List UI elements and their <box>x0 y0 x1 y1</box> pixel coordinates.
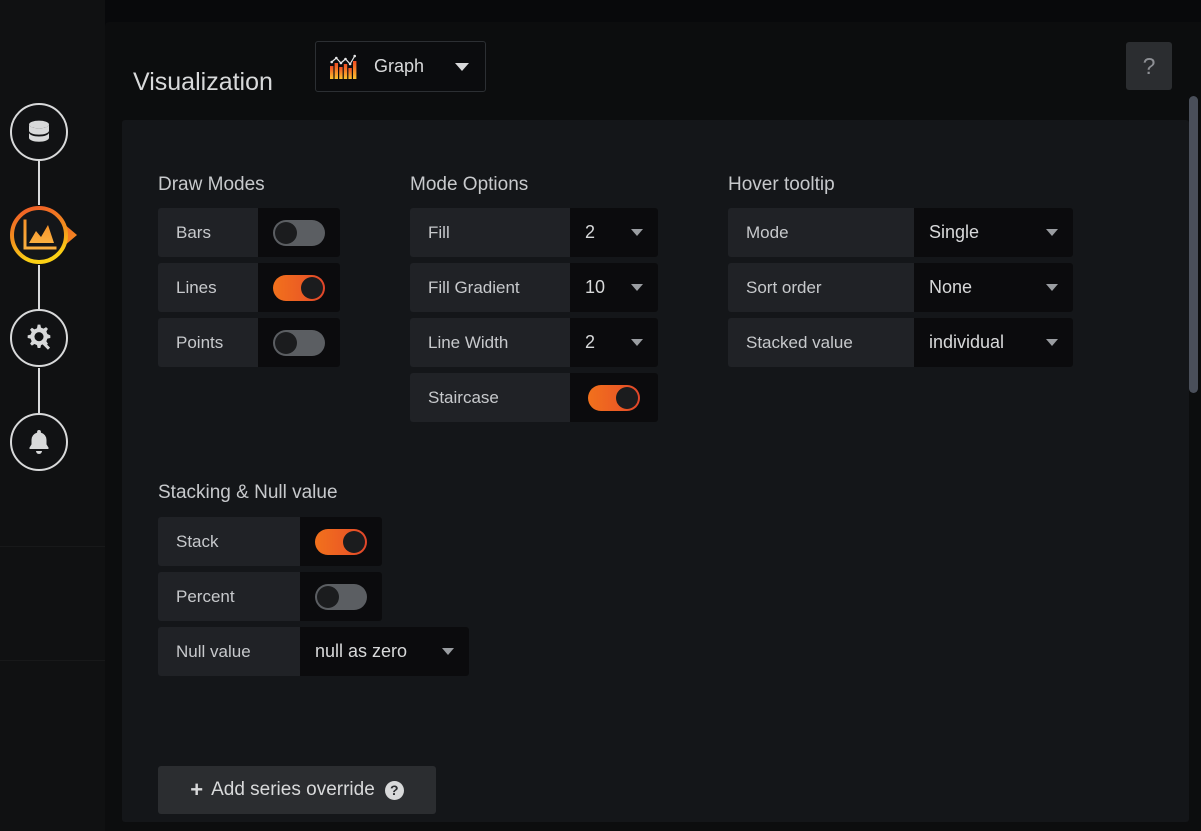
row-stacked-value: Stacked value individual <box>728 318 1073 367</box>
select-value: null as zero <box>315 641 407 662</box>
row-control <box>300 572 382 621</box>
select-value: individual <box>929 332 1004 353</box>
add-series-override-label: Add series override <box>211 779 375 801</box>
chevron-down-icon <box>631 339 643 346</box>
graph-bars-line-icon <box>329 54 363 80</box>
editor-header: Visualization <box>105 22 1201 120</box>
toggle-bars[interactable] <box>273 220 325 246</box>
sidebar-item-visualization[interactable] <box>9 205 95 265</box>
nav-connector-line <box>38 265 40 310</box>
page-title: Visualization <box>133 70 273 95</box>
row-control <box>300 517 382 566</box>
nav-connector-line <box>38 160 40 205</box>
select-value: 10 <box>585 277 605 298</box>
row-label: Stacked value <box>728 318 914 367</box>
row-fill: Fill 2 <box>410 208 658 257</box>
select-sort-order[interactable]: None <box>914 263 1073 312</box>
row-null-value: Null value null as zero <box>158 627 469 676</box>
row-label: Fill Gradient <box>410 263 570 312</box>
toggle-knob <box>317 586 339 608</box>
toggle-knob <box>343 531 365 553</box>
row-label: Percent <box>158 572 300 621</box>
active-indicator <box>9 205 95 265</box>
bell-icon <box>10 413 68 471</box>
row-label: Fill <box>410 208 570 257</box>
row-percent: Percent <box>158 572 382 621</box>
chevron-down-icon <box>1046 229 1058 236</box>
row-bars: Bars <box>158 208 340 257</box>
chevron-down-icon <box>631 229 643 236</box>
row-label: Staircase <box>410 373 570 422</box>
chevron-down-icon <box>1046 339 1058 346</box>
editor-nav-rail <box>0 0 105 831</box>
visualization-type-picker[interactable]: Graph <box>315 41 486 92</box>
grafana-panel-editor: Visualization <box>0 0 1201 831</box>
scrollbar-track[interactable] <box>1188 96 1198 831</box>
nav-connector-line <box>38 368 40 413</box>
row-points: Points <box>158 318 340 367</box>
chevron-down-icon <box>631 284 643 291</box>
row-staircase: Staircase <box>410 373 658 422</box>
toggle-knob <box>616 387 638 409</box>
row-lines: Lines <box>158 263 340 312</box>
gear-wrench-icon <box>10 309 68 367</box>
row-tooltip-mode: Mode Single <box>728 208 1073 257</box>
rail-divider <box>0 546 105 547</box>
select-value: Single <box>929 222 979 243</box>
row-label: Null value <box>158 627 300 676</box>
options-panel: Draw Modes Bars Lines Points M <box>122 120 1189 822</box>
section-title-stacking-null: Stacking & Null value <box>158 482 338 504</box>
select-fill[interactable]: 2 <box>570 208 658 257</box>
section-title-hover-tooltip: Hover tooltip <box>728 174 835 196</box>
scrollbar-thumb[interactable] <box>1189 96 1198 393</box>
row-stack: Stack <box>158 517 382 566</box>
select-tooltip-mode[interactable]: Single <box>914 208 1073 257</box>
row-label: Bars <box>158 208 258 257</box>
visualization-type-label: Graph <box>374 56 455 77</box>
select-value: None <box>929 277 972 298</box>
row-label: Lines <box>158 263 258 312</box>
chevron-down-icon <box>442 648 454 655</box>
row-line-width: Line Width 2 <box>410 318 658 367</box>
toggle-staircase[interactable] <box>588 385 640 411</box>
sidebar-item-general[interactable] <box>9 308 69 368</box>
chevron-down-icon <box>455 63 469 71</box>
select-line-width[interactable]: 2 <box>570 318 658 367</box>
row-label: Points <box>158 318 258 367</box>
toggle-stack[interactable] <box>315 529 367 555</box>
toggle-points[interactable] <box>273 330 325 356</box>
row-control <box>570 373 658 422</box>
add-series-override-button[interactable]: + Add series override ? <box>158 766 436 814</box>
toggle-knob <box>301 277 323 299</box>
help-icon: ? <box>385 781 404 800</box>
select-null-value[interactable]: null as zero <box>300 627 469 676</box>
row-control <box>258 318 340 367</box>
row-sort-order: Sort order None <box>728 263 1073 312</box>
database-icon <box>10 103 68 161</box>
row-fill-gradient: Fill Gradient 10 <box>410 263 658 312</box>
row-control <box>258 263 340 312</box>
section-title-draw-modes: Draw Modes <box>158 174 265 196</box>
toggle-lines[interactable] <box>273 275 325 301</box>
visualization-editor-card: Visualization <box>105 22 1201 831</box>
section-title-mode-options: Mode Options <box>410 174 528 196</box>
select-stacked-value[interactable]: individual <box>914 318 1073 367</box>
sidebar-item-alert[interactable] <box>9 412 69 472</box>
plus-icon: + <box>190 777 203 803</box>
sidebar-item-queries[interactable] <box>9 102 69 162</box>
row-label: Stack <box>158 517 300 566</box>
help-button[interactable]: ? <box>1126 42 1172 90</box>
toggle-knob <box>275 222 297 244</box>
chevron-down-icon <box>1046 284 1058 291</box>
toggle-knob <box>275 332 297 354</box>
select-value: 2 <box>585 222 595 243</box>
row-control <box>258 208 340 257</box>
row-label: Mode <box>728 208 914 257</box>
rail-divider <box>0 660 105 661</box>
select-fill-gradient[interactable]: 10 <box>570 263 658 312</box>
row-label: Sort order <box>728 263 914 312</box>
toggle-percent[interactable] <box>315 584 367 610</box>
select-value: 2 <box>585 332 595 353</box>
row-label: Line Width <box>410 318 570 367</box>
